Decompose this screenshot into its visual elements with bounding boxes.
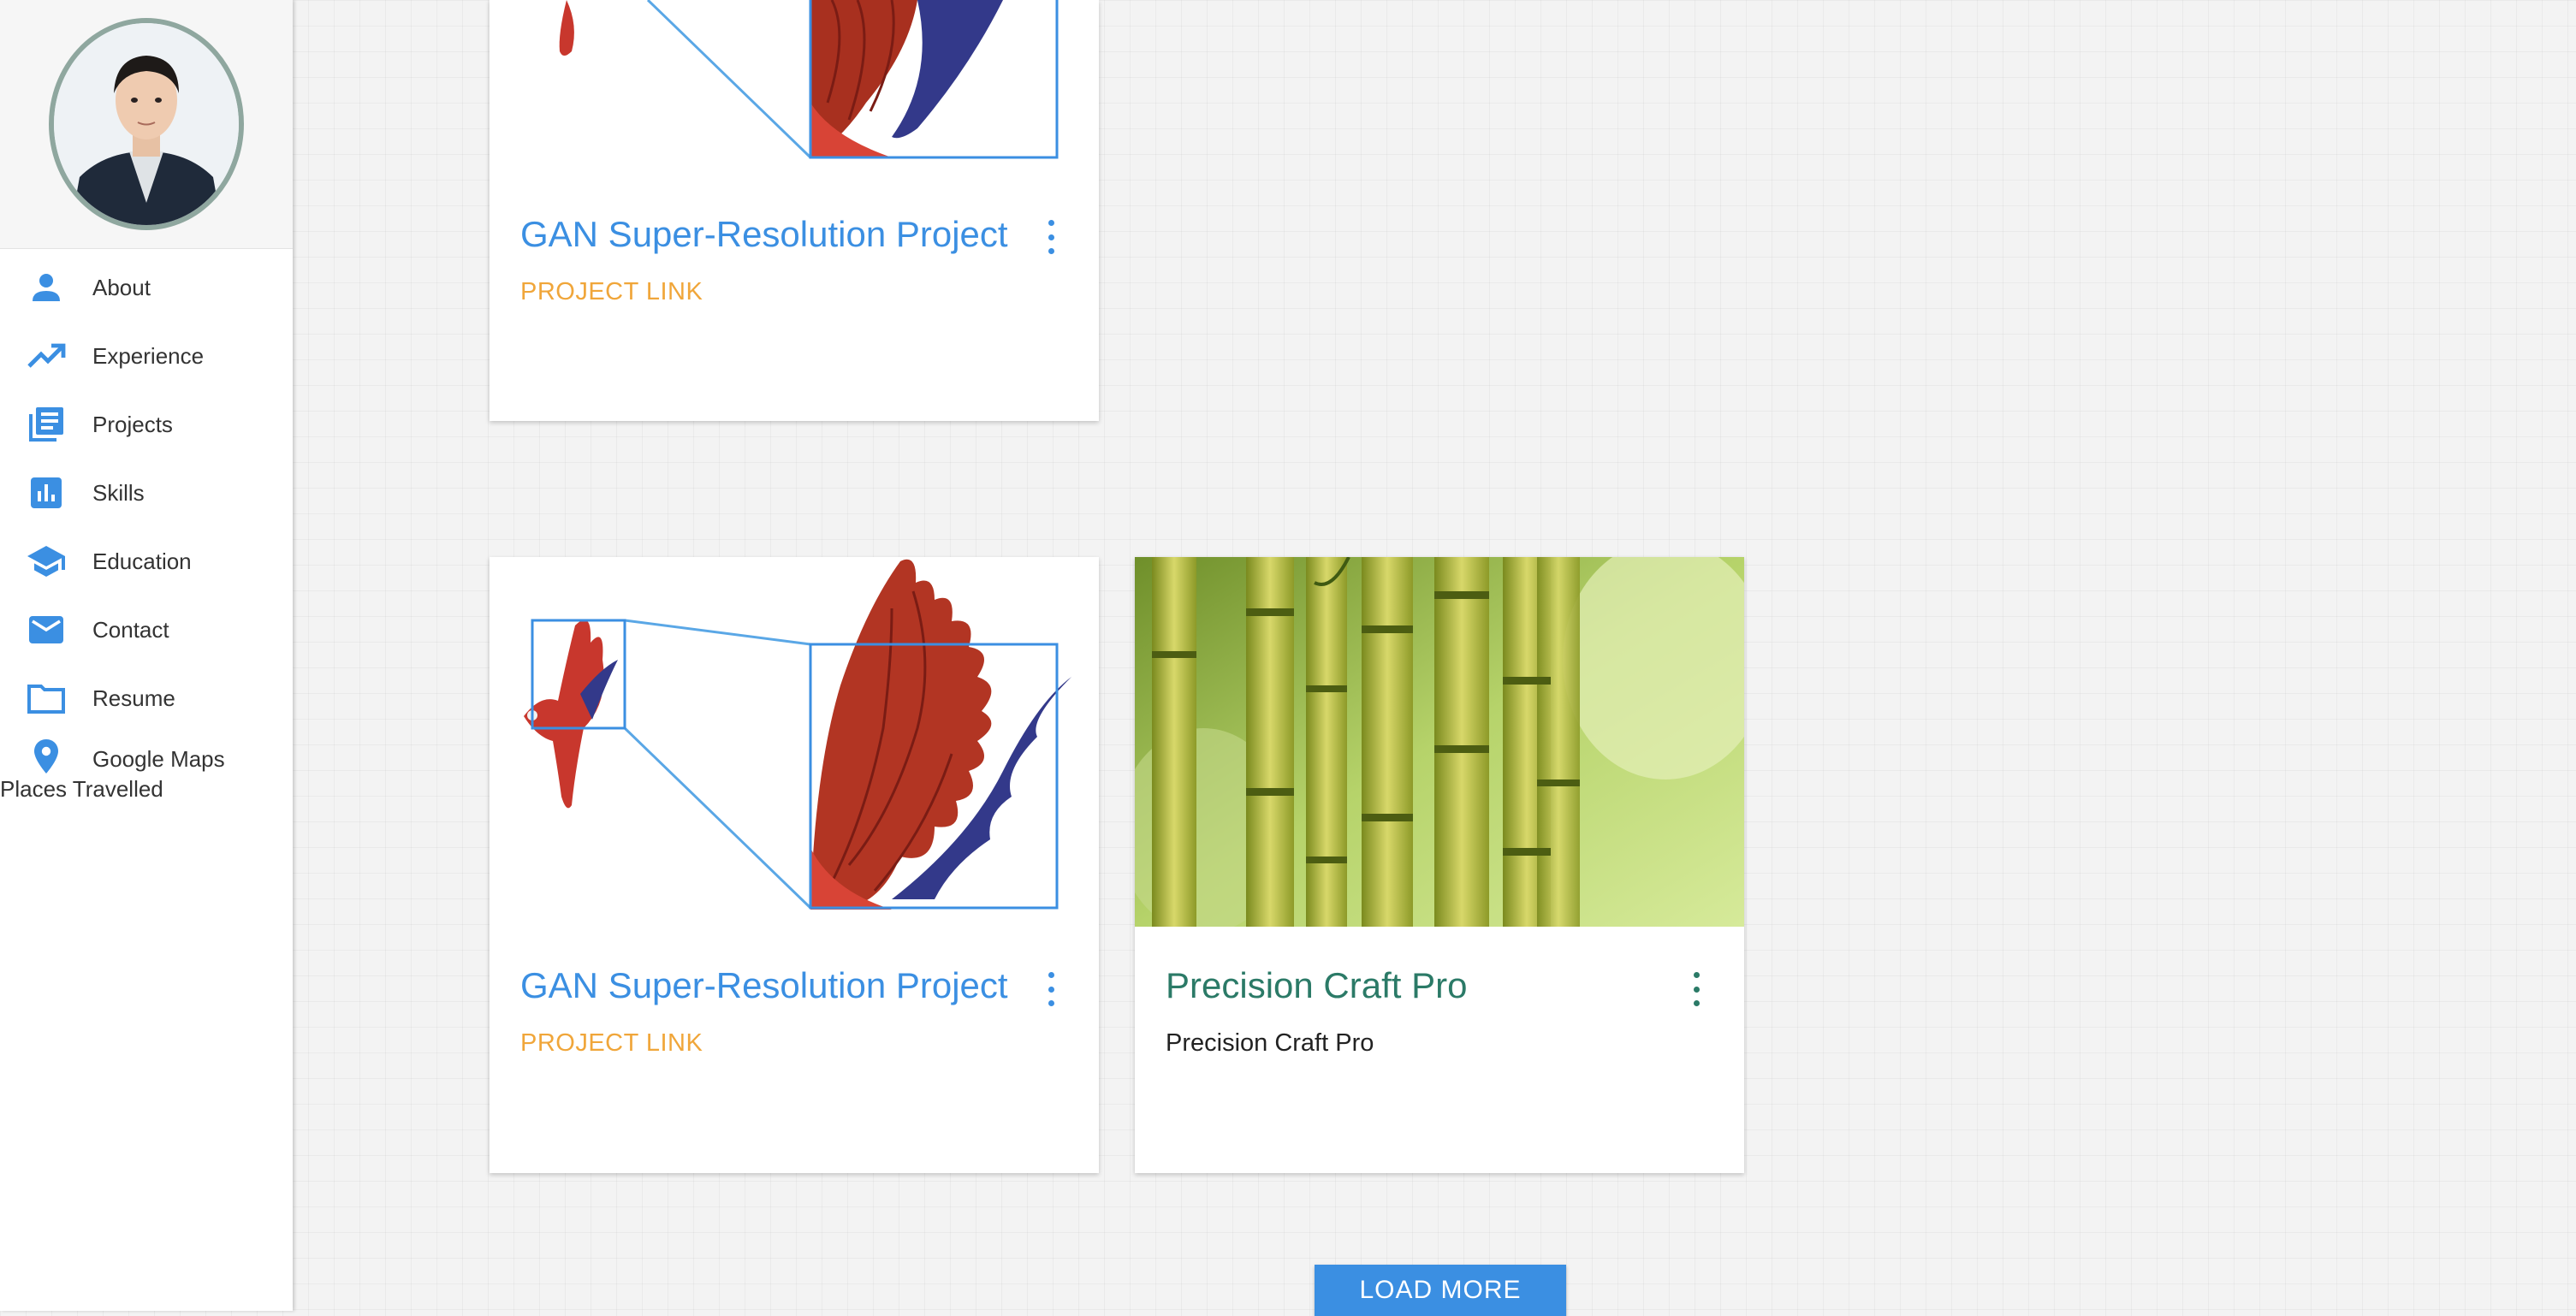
mail-icon (26, 609, 67, 650)
sidebar-item-skills[interactable]: Skills (0, 459, 293, 527)
project-link[interactable]: PROJECT LINK (520, 278, 703, 306)
bar-chart-icon (26, 472, 67, 513)
profile-header (0, 0, 293, 249)
project-link[interactable]: PROJECT LINK (520, 1029, 703, 1058)
card-image (1135, 557, 1744, 927)
more-vert-icon[interactable] (1045, 972, 1057, 1006)
sidebar-item-resume[interactable]: Resume (0, 664, 293, 732)
sidebar-item-sublabel: Places Travelled (0, 776, 163, 802)
project-card: GAN Super-Resolution Project PROJECT LIN… (490, 557, 1099, 1173)
sidebar-item-label: Projects (92, 411, 173, 437)
map-pin-icon (26, 736, 67, 777)
card-title[interactable]: Precision Craft Pro (1166, 965, 1467, 1006)
trending-up-icon (26, 335, 67, 376)
load-more-button[interactable]: LOAD MORE (1315, 1265, 1566, 1316)
sidebar-item-label: Google Maps (92, 746, 225, 772)
sidebar-item-google-maps[interactable]: Google Maps Places Travelled (0, 732, 293, 802)
more-vert-icon[interactable] (1045, 220, 1057, 254)
card-image (490, 557, 1099, 927)
card-image (490, 0, 1099, 163)
sidebar-item-label: Experience (92, 342, 205, 369)
folder-icon (26, 678, 67, 719)
sidebar-item-label: Skills (92, 479, 145, 506)
person-icon (26, 267, 67, 308)
sidebar-item-contact[interactable]: Contact (0, 596, 293, 664)
sidebar-item-education[interactable]: Education (0, 527, 293, 596)
sidebar: About Experience Projects Skills Educati… (0, 0, 293, 1311)
sidebar-item-label: Resume (92, 685, 175, 711)
card-description: Precision Craft Pro (1166, 1029, 1374, 1057)
sidebar-item-experience[interactable]: Experience (0, 322, 293, 390)
sidebar-item-projects[interactable]: Projects (0, 390, 293, 459)
card-title[interactable]: GAN Super-Resolution Project (520, 214, 1008, 255)
sidebar-item-about[interactable]: About (0, 253, 293, 322)
sidebar-item-label: Contact (92, 616, 169, 643)
card-title[interactable]: GAN Super-Resolution Project (520, 965, 1008, 1006)
projects-icon (26, 404, 67, 445)
sidebar-item-label: About (92, 274, 151, 300)
profile-photo (54, 23, 239, 225)
sidebar-item-label: Education (92, 548, 192, 574)
graduation-cap-icon (26, 541, 67, 582)
sidebar-nav: About Experience Projects Skills Educati… (0, 253, 293, 802)
project-card: Precision Craft Pro Precision Craft Pro (1135, 557, 1744, 1173)
avatar (49, 18, 244, 230)
project-card: GAN Super-Resolution Project PROJECT LIN… (490, 0, 1099, 421)
more-vert-icon[interactable] (1690, 972, 1702, 1006)
